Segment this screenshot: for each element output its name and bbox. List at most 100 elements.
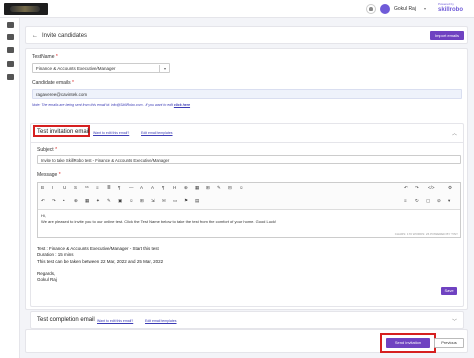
block-icon[interactable]: ¶ (162, 185, 164, 190)
fullscreen-icon[interactable]: ⇲ (151, 198, 155, 204)
testname-select[interactable]: Finance & Accounts Executive/Manager ▾ (32, 63, 170, 73)
sender-note: Note: The emails are being sent from thi… (32, 103, 191, 107)
user-icon[interactable] (7, 74, 14, 80)
document-icon[interactable] (7, 34, 14, 40)
edit-email-link[interactable]: Want to edit this email? (93, 131, 129, 135)
image-icon[interactable]: ▣ (118, 198, 122, 204)
more-icon[interactable]: ▾ (448, 198, 450, 204)
editor-toolbar: B I U S ⁶⁶ ≡ ≣ ¶ — A A ¶ H ⊕ ▦ ⊞ ✎ ⊟ ☺ ↶ (38, 183, 460, 210)
underline-icon[interactable]: U (63, 185, 66, 190)
redo2-icon[interactable]: ↷ (52, 198, 56, 204)
page-title: Invite candidates (42, 33, 88, 39)
top-bar: Gokul Raj ▾ Powered by skillrobo (0, 0, 474, 18)
bullet-icon[interactable]: • (63, 198, 65, 203)
remove-icon[interactable]: ⊟ (228, 185, 232, 191)
candidate-emails-label: Candidate emails * (32, 80, 74, 86)
align-icon[interactable]: ≡ (96, 185, 99, 190)
editor-status-bar: CHARS: 170 WORDS: 26 POWERED BY TINY (394, 232, 458, 236)
table-icon[interactable]: ▦ (195, 185, 199, 191)
email-preview: Test : Finance & Accounts Executive/Mana… (37, 246, 163, 283)
justify-icon[interactable]: ≡ (404, 198, 407, 203)
skillrobo-logo: Powered by skillrobo (438, 2, 470, 16)
quote-icon[interactable]: ⁶⁶ (85, 185, 89, 190)
testname-label: TestName * (32, 54, 58, 60)
italic-icon[interactable]: I (52, 185, 53, 190)
company-logo[interactable] (4, 3, 48, 15)
save-button[interactable]: Save (441, 287, 457, 295)
user-avatar[interactable] (380, 4, 390, 14)
special-char-icon[interactable]: ✦ (96, 198, 100, 204)
mail-icon[interactable]: ✉ (162, 198, 166, 204)
logo-graphic (10, 6, 40, 12)
user-menu-chevron-icon[interactable]: ▾ (424, 6, 426, 11)
edit-templates-link[interactable]: Edit email templates (145, 319, 177, 323)
preview-signature: Gokul Raj (37, 277, 57, 283)
chevron-down-icon[interactable]: ▾ (164, 66, 166, 71)
page-header: ← Invite candidates Import emails (25, 26, 468, 44)
link-icon[interactable]: ⊕ (184, 185, 188, 191)
dashboard-icon[interactable] (7, 22, 14, 28)
grid-icon[interactable]: ▦ (85, 198, 89, 204)
back-arrow-icon[interactable]: ← (32, 33, 38, 39)
sidebar (0, 18, 20, 358)
footer-actions: Send invitation Previous (25, 329, 468, 353)
subject-value: Invite to take SkillRobo test - Finance … (41, 158, 170, 163)
editor-content[interactable]: Hi, We are pleased to invite you to our … (41, 213, 276, 225)
message-editor[interactable]: B I U S ⁶⁶ ≡ ≣ ¶ — A A ¶ H ⊕ ▦ ⊞ ✎ ⊟ ☺ ↶ (37, 182, 461, 238)
pen-icon[interactable]: ✎ (107, 198, 111, 204)
hr-icon[interactable]: — (129, 185, 134, 190)
redo-icon[interactable]: ↷ (415, 185, 419, 191)
edit-templates-link[interactable]: Edit email templates (141, 131, 173, 135)
testname-value: Finance & Accounts Executive/Manager (36, 66, 116, 71)
undo2-icon[interactable]: ↶ (41, 198, 45, 204)
user-name[interactable]: Gokul Raj (394, 6, 416, 12)
edit-email-link[interactable]: Want to edit this email? (97, 319, 133, 323)
highlight-color-icon[interactable]: A (151, 185, 154, 190)
text-color-icon[interactable]: A (140, 185, 143, 190)
smile-icon[interactable]: ☺ (129, 198, 134, 203)
template-icon[interactable]: ▤ (195, 198, 199, 204)
notification-bell-icon[interactable] (366, 4, 376, 14)
invite-form: TestName * Finance & Accounts Executive/… (25, 48, 468, 329)
code-icon[interactable]: </> (428, 185, 435, 190)
test-completion-section: Test completion email Want to edit this … (30, 311, 464, 329)
chevron-down-icon[interactable]: ﹀ (452, 318, 457, 325)
emoji-icon[interactable]: ☺ (239, 185, 244, 190)
chevron-up-icon[interactable]: ︿ (452, 130, 457, 137)
box-icon[interactable]: ▢ (426, 198, 430, 204)
candidate-emails-input[interactable]: ragaveree@cavintek.com (32, 89, 462, 99)
candidate-email-value: ragaveree@cavintek.com (36, 92, 88, 97)
heading-icon[interactable]: H (173, 185, 176, 190)
clear-format-icon[interactable]: ⊘ (437, 198, 441, 204)
list-icon[interactable]: ≣ (107, 185, 111, 191)
trophy-icon[interactable] (7, 47, 14, 53)
edit-sender-link[interactable]: click here (174, 103, 190, 107)
brand-tagline: Powered by (438, 2, 454, 6)
section-title[interactable]: Test invitation email (37, 129, 89, 135)
strikethrough-icon[interactable]: S (74, 185, 77, 190)
divider (31, 142, 463, 143)
settings-icon[interactable]: ⚙ (448, 185, 452, 191)
select-separator (159, 65, 160, 72)
media-icon[interactable]: ⊞ (140, 198, 144, 204)
subject-input[interactable]: Invite to take SkillRobo test - Finance … (37, 155, 461, 164)
preview-dates-line: This test can be taken between 22 Mar, 2… (37, 258, 164, 264)
preview-icon[interactable]: ▭ (173, 198, 177, 204)
paragraph-icon[interactable]: ¶ (118, 185, 120, 190)
bold-icon[interactable]: B (41, 185, 44, 190)
section-title[interactable]: Test completion email (37, 317, 95, 323)
test-invitation-section: Test invitation email Want to edit this … (30, 123, 464, 307)
anchor-icon[interactable]: ⊕ (74, 198, 78, 204)
undo-icon[interactable]: ↶ (404, 185, 408, 191)
editor-line: We are pleased to invite you to our onli… (41, 219, 277, 224)
send-invitation-button[interactable]: Send invitation (386, 338, 430, 348)
flag-icon[interactable]: ⚑ (184, 198, 188, 204)
insert-icon[interactable]: ⊞ (206, 185, 210, 191)
brand-name: skillrobo (438, 7, 464, 13)
import-emails-button[interactable]: Import emails (430, 31, 464, 40)
library-icon[interactable] (7, 61, 14, 67)
refresh-icon[interactable]: ↻ (415, 198, 419, 204)
edit-icon[interactable]: ✎ (217, 185, 221, 191)
message-label: Message * (37, 172, 61, 178)
previous-button[interactable]: Previous (434, 338, 464, 348)
